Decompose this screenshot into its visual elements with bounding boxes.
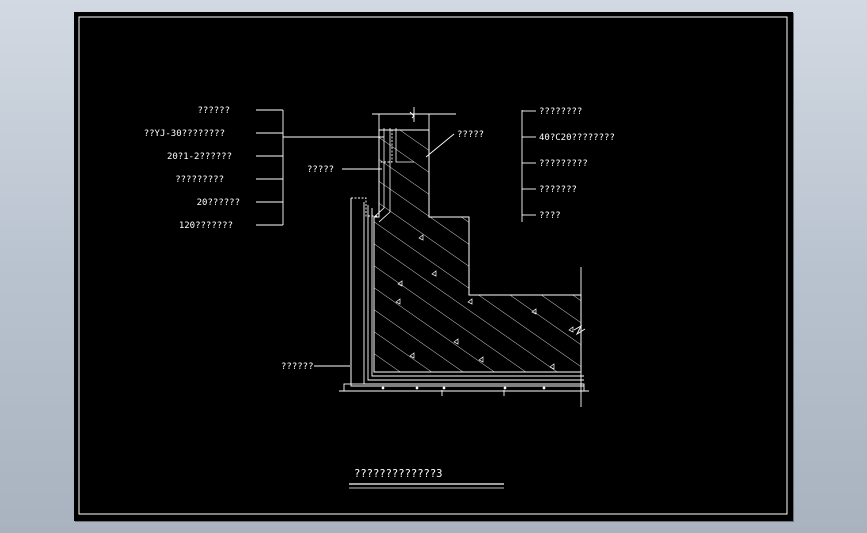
right-label-group: ???????? 40?C20???????? ????????? ??????… bbox=[539, 107, 615, 221]
left-label-4: ????????? bbox=[175, 175, 224, 185]
base-slab bbox=[339, 383, 589, 392]
right-label-2: 40?C20???????? bbox=[539, 133, 615, 143]
left-label-2: ??YJ-30???????? bbox=[144, 129, 225, 139]
drawing-title: ?????????????3 bbox=[354, 468, 443, 480]
mid-label: ????? bbox=[307, 165, 334, 175]
left-label-3: 20?1-2?????? bbox=[167, 152, 232, 162]
right-label-4: ??????? bbox=[539, 185, 577, 195]
drawing-sheet: ?????? ??YJ-30???????? 20?1-2?????? ????… bbox=[74, 12, 793, 521]
right-label-1: ???????? bbox=[539, 107, 582, 117]
top-label: ????? bbox=[457, 130, 484, 140]
right-label-5: ???? bbox=[539, 211, 561, 221]
drawing-title-block: ?????????????3 bbox=[349, 468, 504, 489]
left-label-6: 120??????? bbox=[179, 221, 233, 231]
bottom-label: ?????? bbox=[281, 362, 314, 372]
cad-detail-drawing: ?????? ??YJ-30???????? 20?1-2?????? ????… bbox=[78, 16, 788, 515]
left-label-5: 20?????? bbox=[197, 198, 240, 208]
right-label-3: ????????? bbox=[539, 159, 588, 169]
left-label-group: ?????? ??YJ-30???????? 20?1-2?????? ????… bbox=[144, 106, 240, 231]
left-label-1: ?????? bbox=[197, 106, 230, 116]
